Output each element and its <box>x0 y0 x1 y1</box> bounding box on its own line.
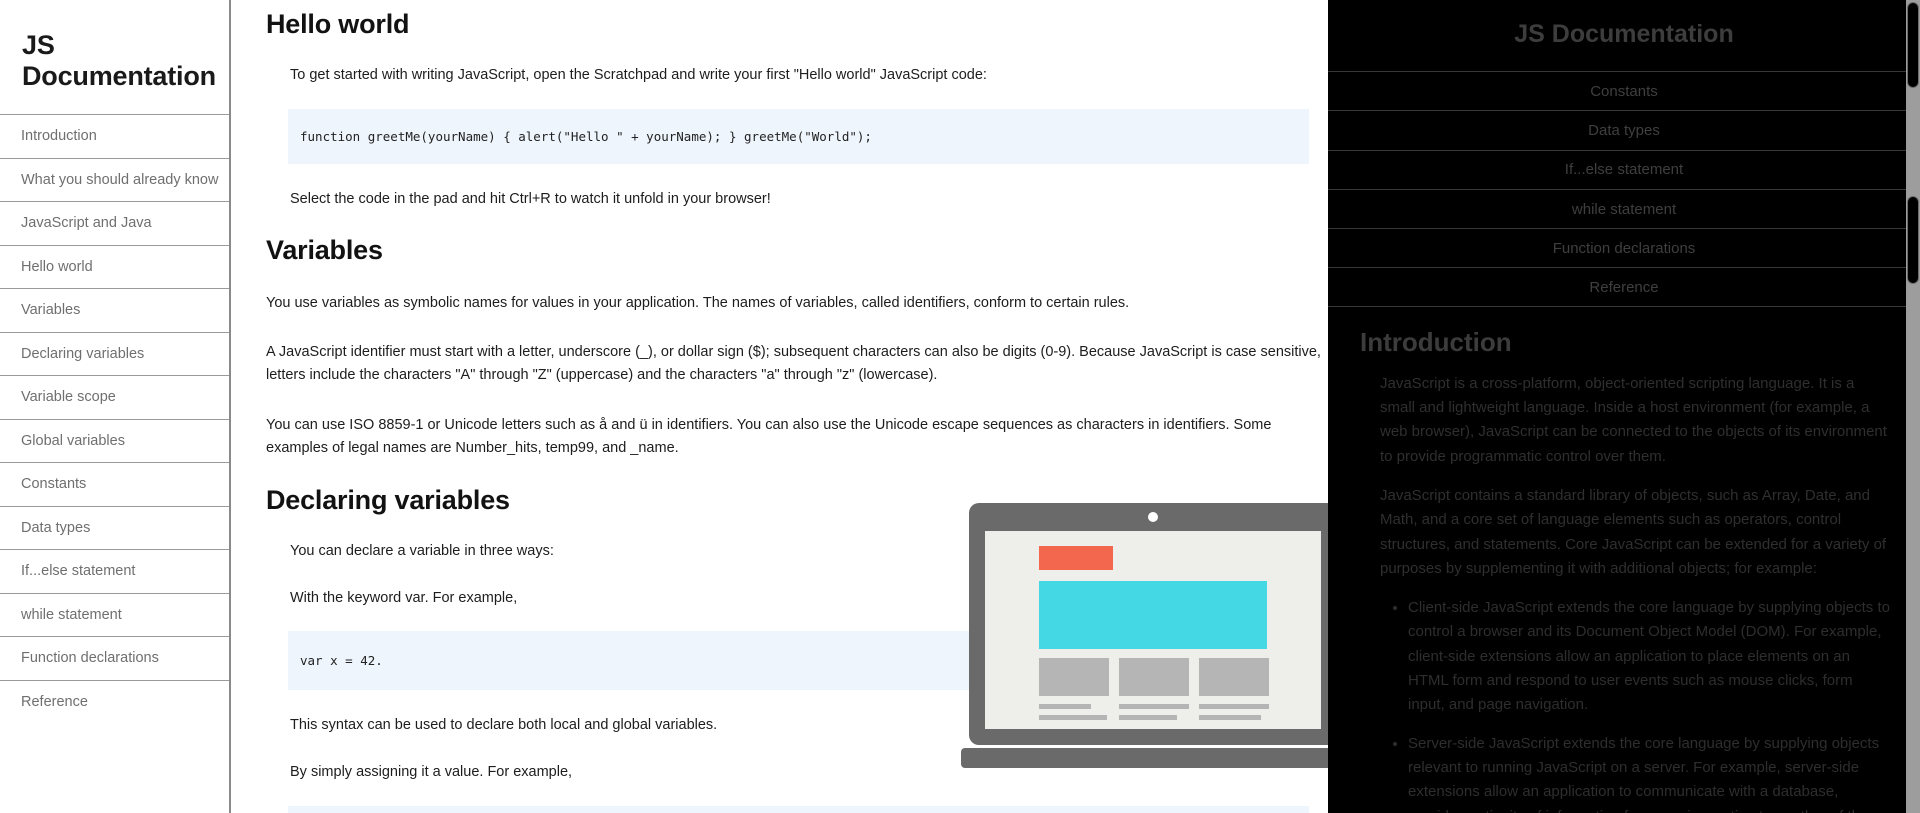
dark-bullet-client-side: Client-side JavaScript extends the core … <box>1408 596 1890 717</box>
dark-nav-item-function-declarations[interactable]: Function declarations <box>1328 228 1920 267</box>
heading-variables: Variables <box>266 234 383 265</box>
dark-heading-introduction: Introduction <box>1360 326 1512 357</box>
sidebar-item-introduction[interactable]: Introduction <box>0 114 229 158</box>
sidebar-title: JS Documentation <box>22 30 216 91</box>
code-block-var-x: var x = 42. <box>288 631 1309 691</box>
sidebar-item-what-you-should-already-know[interactable]: What you should already know <box>0 157 229 202</box>
dark-panel-scrollbar-thumb-upper[interactable] <box>1907 2 1919 88</box>
dark-panel-scrollbar-track[interactable] <box>1906 0 1920 813</box>
dark-nav-item-reference[interactable]: Reference <box>1328 267 1920 307</box>
code-block-x-assign: x = 42. <box>288 805 1309 813</box>
dark-overlay-panel: JS Documentation Constants Data types If… <box>1328 0 1920 813</box>
dark-panel-nav-list: Constants Data types If...else statement… <box>1328 71 1920 307</box>
sidebar-item-if-else-statement[interactable]: If...else statement <box>0 549 229 593</box>
variables-paragraph-2: A JavaScript identifier must start with … <box>266 343 1321 384</box>
hello-world-paragraph-1: To get started with writing JavaScript, … <box>290 67 987 83</box>
dark-paragraph-1: JavaScript is a cross-platform, object-o… <box>1380 374 1887 465</box>
sidebar-item-data-types[interactable]: Data types <box>0 505 229 550</box>
sidebar-item-declaring-variables[interactable]: Declaring variables <box>0 331 229 376</box>
variables-paragraph-1: You use variables as symbolic names for … <box>266 294 1130 311</box>
declaring-paragraph-1: You can declare a variable in three ways… <box>290 542 554 559</box>
sidebar-item-constants[interactable]: Constants <box>0 462 229 506</box>
dark-paragraph-2: JavaScript contains a standard library o… <box>1380 486 1887 577</box>
page-root: JS Documentation Introduction What you s… <box>0 0 1920 813</box>
dark-nav-item-constants[interactable]: Constants <box>1328 71 1920 110</box>
sidebar-item-global-variables[interactable]: Global variables <box>0 418 229 463</box>
heading-hello-world: Hello world <box>266 9 410 39</box>
sidebar-navbar: JS Documentation Introduction What you s… <box>0 0 231 813</box>
heading-declaring-variables: Declaring variables <box>266 484 510 515</box>
sidebar-item-hello-world[interactable]: Hello world <box>0 244 229 289</box>
variables-paragraph-3: You can use ISO 8859-1 or Unicode letter… <box>266 416 1272 457</box>
dark-nav-item-if-else-statement[interactable]: If...else statement <box>1328 149 1920 189</box>
sidebar-item-variable-scope[interactable]: Variable scope <box>0 375 229 419</box>
dark-bullet-server-side: Server-side JavaScript extends the core … <box>1408 732 1890 813</box>
hello-world-paragraph-2: Select the code in the pad and hit Ctrl+… <box>290 190 771 207</box>
dark-panel-introduction-section: Introduction JavaScript is a cross-platf… <box>1328 307 1920 813</box>
code-block-greetme: function greetMe(yourName) { alert("Hell… <box>288 108 1309 164</box>
dark-nav-item-while-statement[interactable]: while statement <box>1328 188 1920 228</box>
sidebar-item-variables[interactable]: Variables <box>0 288 229 332</box>
dark-panel-scrollbar-thumb-lower[interactable] <box>1907 196 1919 284</box>
sidebar-item-while-statement[interactable]: while statement <box>0 592 229 637</box>
dark-panel-title: JS Documentation <box>1514 20 1734 48</box>
declaring-paragraph-2: With the keyword var. For example, <box>290 589 518 606</box>
dark-bullet-list: Client-side JavaScript extends the core … <box>1408 596 1890 813</box>
declaring-paragraph-4: By simply assigning it a value. For exam… <box>290 764 573 781</box>
declaring-paragraph-3: This syntax can be used to declare both … <box>290 717 718 734</box>
dark-nav-item-data-types[interactable]: Data types <box>1328 110 1920 149</box>
sidebar-item-function-declarations[interactable]: Function declarations <box>0 636 229 680</box>
sidebar-nav-list: Introduction What you should already kno… <box>0 114 229 723</box>
document-content: Hello world To get started with writing … <box>266 0 1326 813</box>
sidebar-item-reference[interactable]: Reference <box>0 679 229 724</box>
sidebar-item-javascript-and-java[interactable]: JavaScript and Java <box>0 201 229 245</box>
